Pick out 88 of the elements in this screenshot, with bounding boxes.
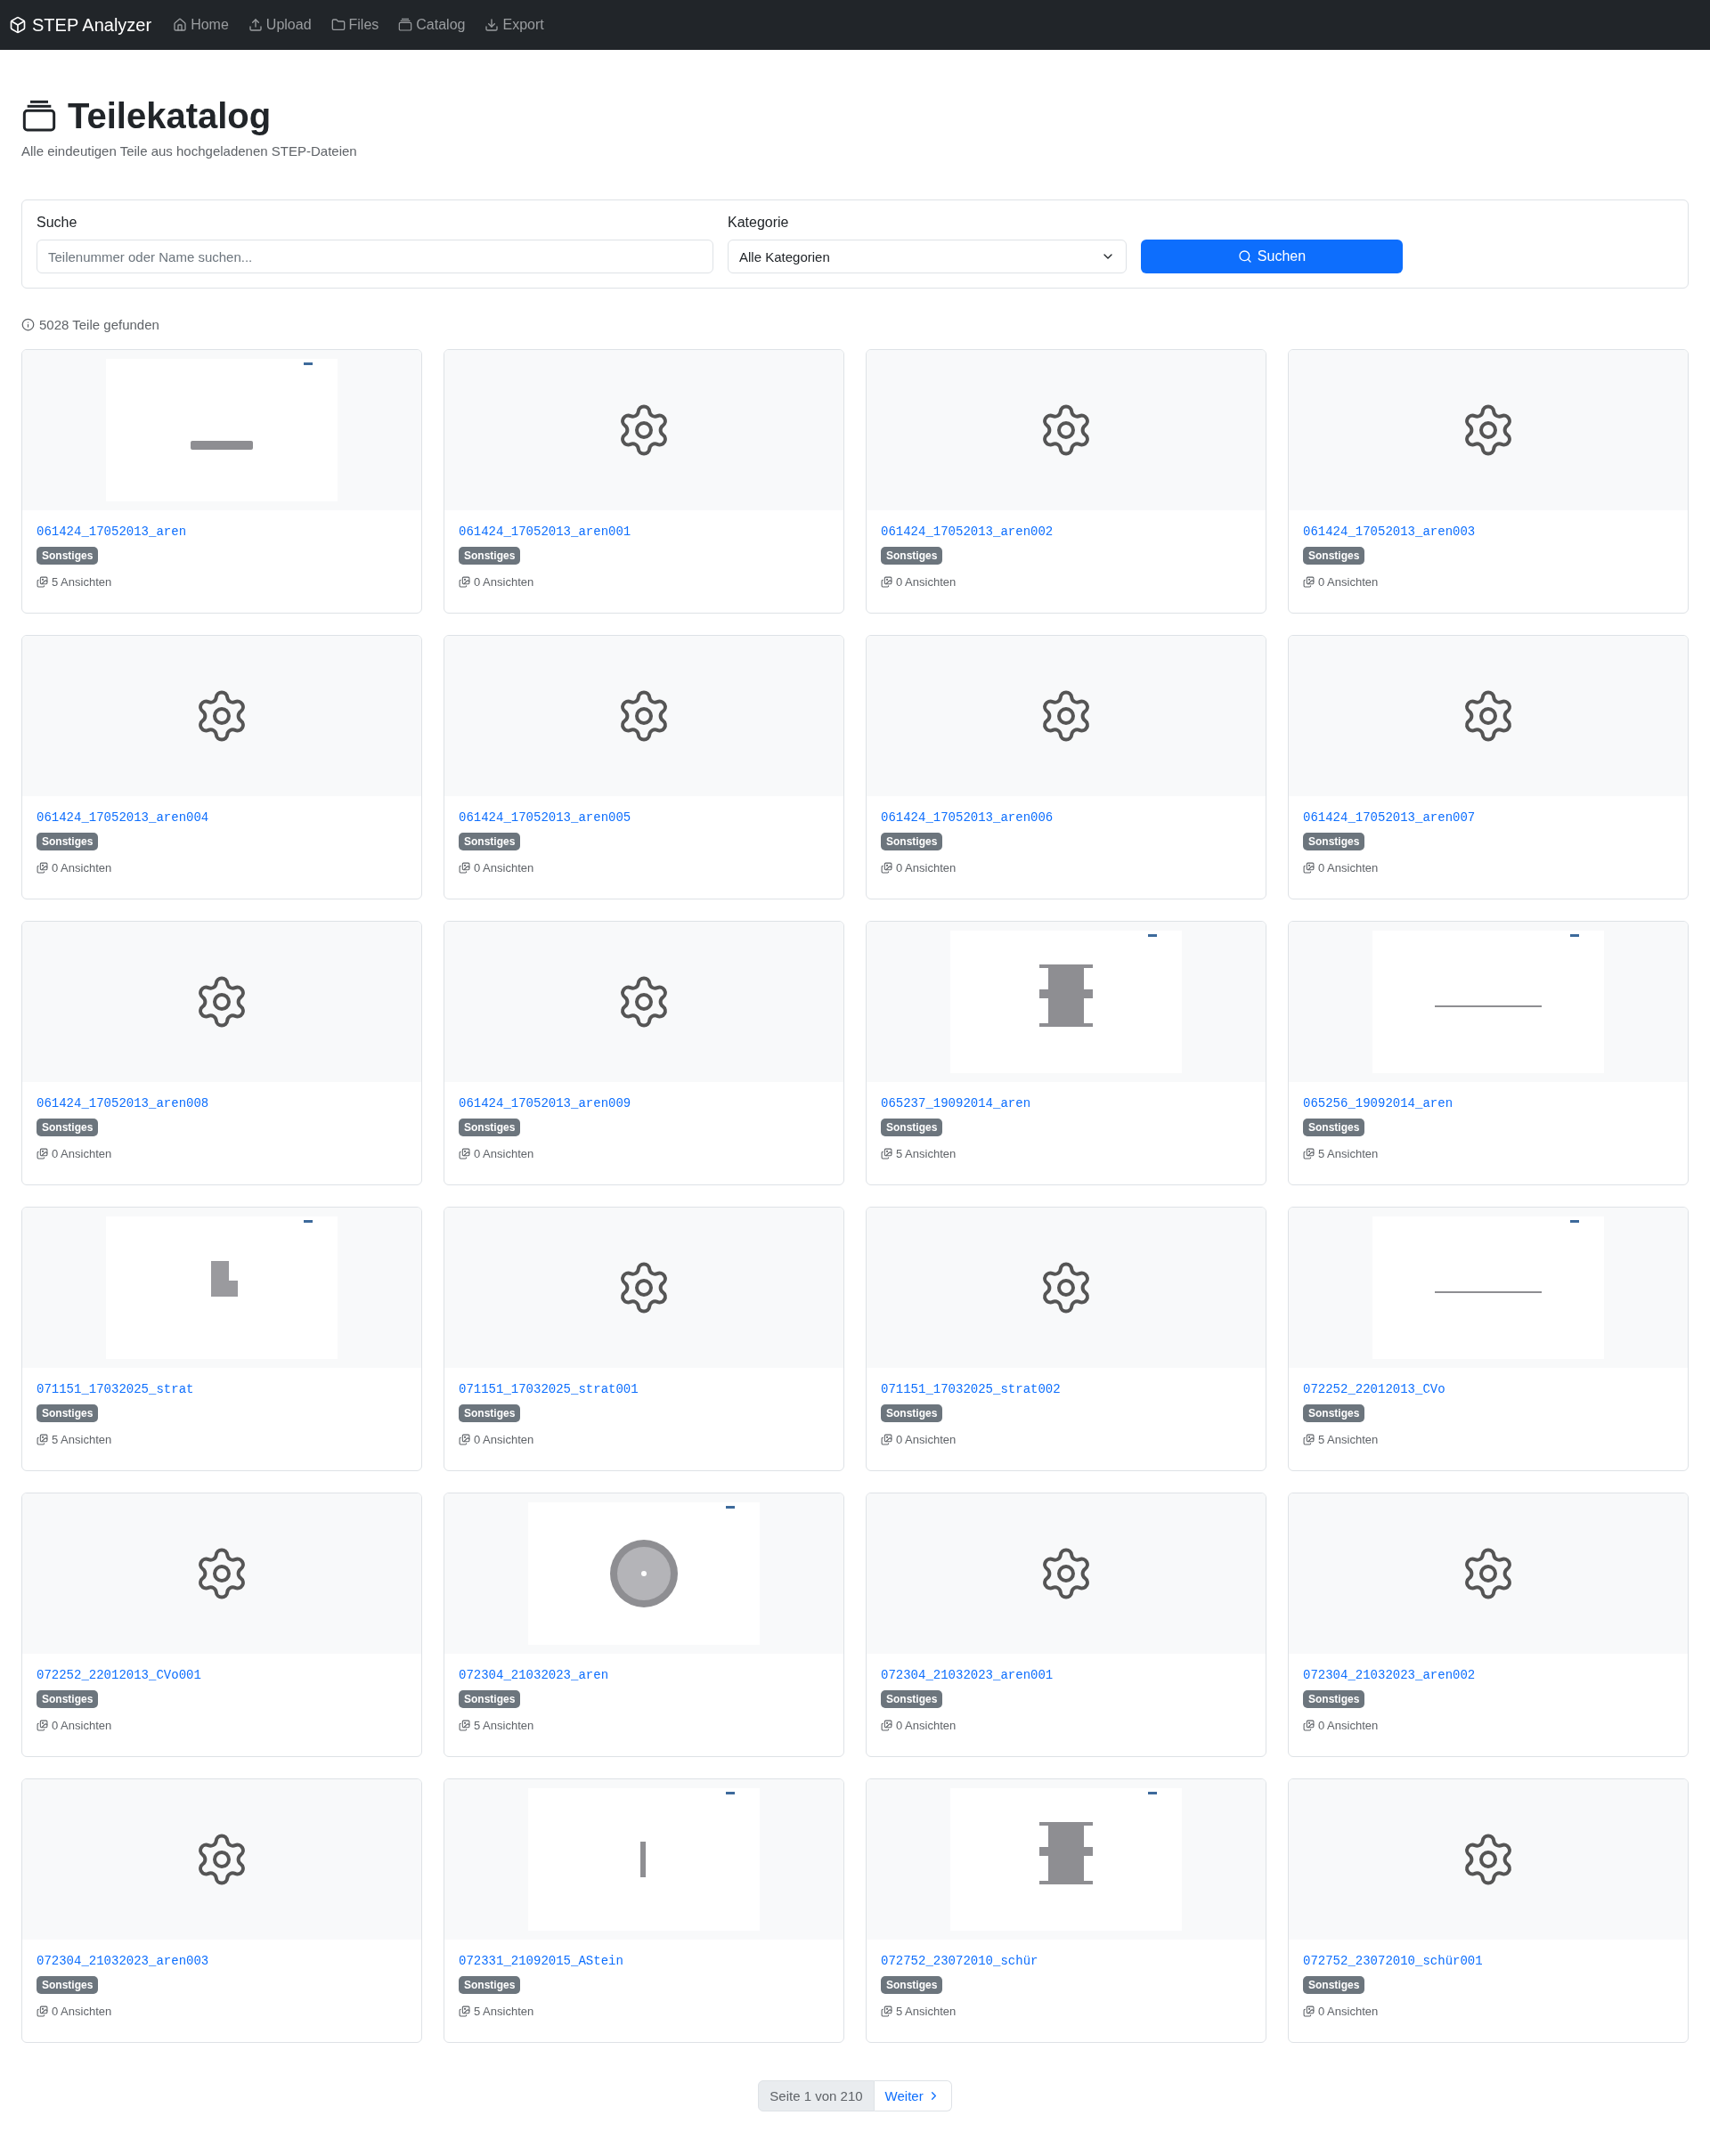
category-badge: Sonstiges bbox=[37, 833, 99, 850]
views-count: 5 Ansichten bbox=[1318, 1433, 1379, 1446]
category-badge: Sonstiges bbox=[459, 547, 521, 565]
nav-link[interactable]: Files bbox=[330, 17, 379, 33]
views-count: 0 Ansichten bbox=[1318, 1719, 1379, 1732]
views-count: 0 Ansichten bbox=[896, 861, 957, 875]
views-count: 0 Ansichten bbox=[52, 1719, 112, 1732]
category-select[interactable]: Alle Kategorien bbox=[728, 240, 1127, 273]
part-link[interactable]: 072304_21032023_aren003 bbox=[37, 1954, 209, 1968]
page-subtitle: Alle eindeutigen Teile aus hochgeladenen STEP-Dateien bbox=[21, 143, 358, 159]
search-field[interactable]: Teilenummer oder Name suchen... bbox=[37, 240, 713, 273]
views-count: 0 Ansichten bbox=[52, 861, 112, 875]
category-badge: Sonstiges bbox=[881, 1404, 943, 1422]
part-link[interactable]: 065237_19092014_aren bbox=[881, 1096, 1031, 1111]
result-count: 5028 Teile gefunden bbox=[39, 317, 159, 332]
part-link[interactable]: 072252_22012013_CVo001 bbox=[37, 1668, 201, 1682]
nav-link[interactable]: Upload bbox=[248, 17, 312, 33]
part-link[interactable]: 072252_22012013_CVo bbox=[1303, 1382, 1445, 1396]
part-link[interactable]: 072752_23072010_schür001 bbox=[1303, 1954, 1483, 1968]
views-count: 0 Ansichten bbox=[896, 1433, 957, 1446]
category-badge: Sonstiges bbox=[37, 1119, 99, 1136]
category-badge: Sonstiges bbox=[881, 1690, 943, 1708]
part-link[interactable]: 072304_21032023_aren001 bbox=[881, 1668, 1054, 1682]
views-count: 5 Ansichten bbox=[1318, 1147, 1379, 1160]
views-count: 0 Ansichten bbox=[896, 575, 957, 589]
category-badge: Sonstiges bbox=[459, 1119, 521, 1136]
category-badge: Sonstiges bbox=[459, 1976, 521, 1994]
views-count: 5 Ansichten bbox=[896, 2005, 957, 2018]
next-page-link[interactable]: Weiter bbox=[874, 2080, 952, 2111]
part-link[interactable]: 072752_23072010_schür bbox=[881, 1954, 1038, 1968]
part-link[interactable]: 072304_21032023_aren bbox=[459, 1668, 609, 1682]
nav-link[interactable]: Catalog bbox=[398, 17, 466, 33]
part-link[interactable]: 061424_17052013_aren006 bbox=[881, 810, 1054, 825]
views-count: 0 Ansichten bbox=[474, 575, 534, 589]
brand-link[interactable]: STEP Analyzer bbox=[9, 14, 152, 36]
part-link[interactable]: 061424_17052013_aren005 bbox=[459, 810, 631, 825]
views-count: 0 Ansichten bbox=[474, 1147, 534, 1160]
category-badge: Sonstiges bbox=[1303, 833, 1365, 850]
category-badge: Sonstiges bbox=[881, 1976, 943, 1994]
part-link[interactable]: 072304_21032023_aren002 bbox=[1303, 1668, 1476, 1682]
field-label: Suche bbox=[37, 215, 78, 231]
category-badge: Sonstiges bbox=[37, 547, 99, 565]
field-label: Kategorie bbox=[728, 215, 790, 231]
part-link[interactable]: 071151_17032025_strat002 bbox=[881, 1382, 1061, 1396]
views-count: 0 Ansichten bbox=[896, 1719, 957, 1732]
part-link[interactable]: 061424_17052013_aren003 bbox=[1303, 525, 1476, 539]
part-link[interactable]: 061424_17052013_aren007 bbox=[1303, 810, 1476, 825]
category-badge: Sonstiges bbox=[1303, 1976, 1365, 1994]
part-link[interactable]: 061424_17052013_aren008 bbox=[37, 1096, 209, 1111]
page-title: Teilekatalog bbox=[68, 96, 272, 136]
category-badge: Sonstiges bbox=[37, 1976, 99, 1994]
views-count: 0 Ansichten bbox=[1318, 2005, 1379, 2018]
category-badge: Sonstiges bbox=[459, 1690, 521, 1708]
views-count: 0 Ansichten bbox=[474, 861, 534, 875]
views-count: 0 Ansichten bbox=[52, 1147, 112, 1160]
page-info: Seite 1 von 210 bbox=[758, 2080, 875, 2111]
part-link[interactable]: 061424_17052013_aren004 bbox=[37, 810, 209, 825]
views-count: 0 Ansichten bbox=[1318, 861, 1379, 875]
nav-link[interactable]: Export bbox=[484, 17, 544, 33]
part-link[interactable]: 061424_17052013_aren001 bbox=[459, 525, 631, 539]
category-badge: Sonstiges bbox=[881, 547, 943, 565]
nav-link[interactable]: Home bbox=[173, 17, 229, 33]
category-badge: Sonstiges bbox=[1303, 1119, 1365, 1136]
category-badge: Sonstiges bbox=[459, 833, 521, 850]
part-link[interactable]: 071151_17032025_strat001 bbox=[459, 1382, 639, 1396]
part-link[interactable]: 061424_17052013_aren bbox=[37, 525, 187, 539]
views-count: 5 Ansichten bbox=[52, 575, 112, 589]
category-badge: Sonstiges bbox=[1303, 547, 1365, 565]
views-count: 5 Ansichten bbox=[474, 2005, 534, 2018]
search-button[interactable]: Suchen bbox=[1141, 240, 1403, 273]
category-badge: Sonstiges bbox=[37, 1404, 99, 1422]
views-count: 5 Ansichten bbox=[474, 1719, 534, 1732]
part-link[interactable]: 071151_17032025_strat bbox=[37, 1382, 194, 1396]
part-link[interactable]: 072331_21092015_AStein bbox=[459, 1954, 623, 1968]
views-count: 5 Ansichten bbox=[52, 1433, 112, 1446]
category-badge: Sonstiges bbox=[459, 1404, 521, 1422]
category-badge: Sonstiges bbox=[881, 833, 943, 850]
category-badge: Sonstiges bbox=[37, 1690, 99, 1708]
category-badge: Sonstiges bbox=[1303, 1404, 1365, 1422]
views-count: 0 Ansichten bbox=[474, 1433, 534, 1446]
part-link[interactable]: 061424_17052013_aren002 bbox=[881, 525, 1054, 539]
category-badge: Sonstiges bbox=[881, 1119, 943, 1136]
category-badge: Sonstiges bbox=[1303, 1690, 1365, 1708]
views-count: 0 Ansichten bbox=[1318, 575, 1379, 589]
part-link[interactable]: 061424_17052013_aren009 bbox=[459, 1096, 631, 1111]
views-count: 5 Ansichten bbox=[896, 1147, 957, 1160]
views-count: 0 Ansichten bbox=[52, 2005, 112, 2018]
part-link[interactable]: 065256_19092014_aren bbox=[1303, 1096, 1454, 1111]
